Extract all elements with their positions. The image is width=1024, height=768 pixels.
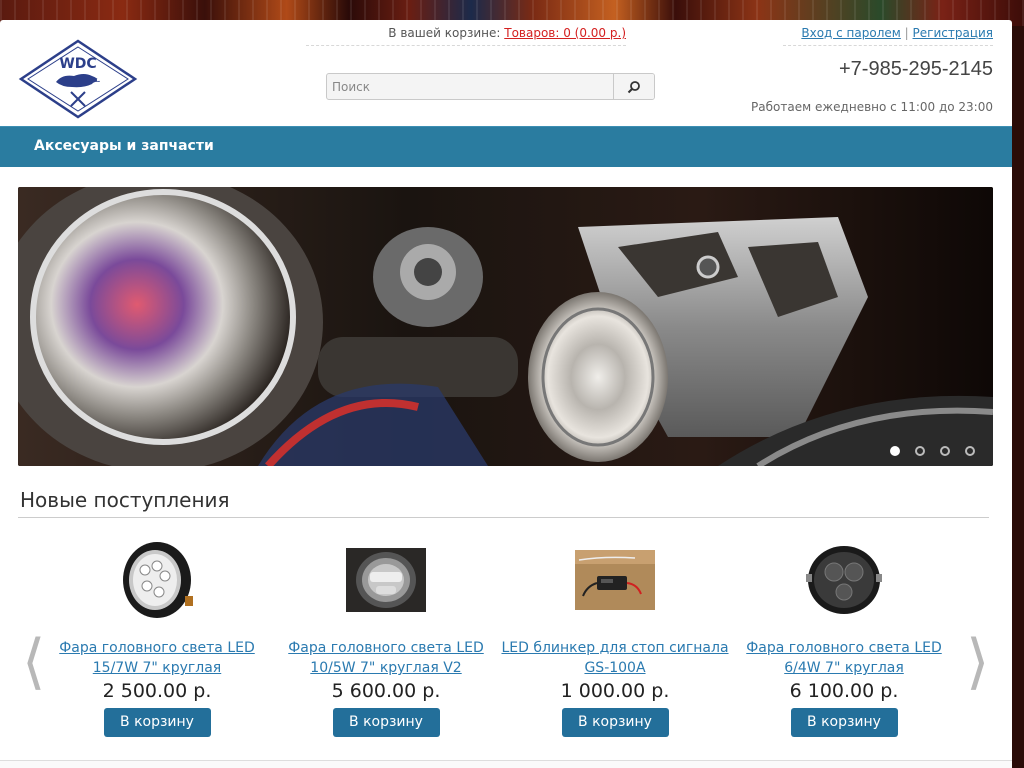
working-hours: Работаем ежедневно с 11:00 до 23:00 (751, 100, 993, 114)
cart-prefix: В вашей корзине: (388, 26, 501, 40)
site-logo[interactable]: WDC (18, 38, 138, 120)
product-price: 1 000.00 р. (560, 680, 670, 702)
cart-summary: В вашей корзине: Товаров: 0 (0.00 р.) (306, 26, 626, 46)
product-image[interactable] (500, 538, 730, 622)
banner-dots (890, 446, 975, 456)
logo-text: WDC (59, 56, 96, 72)
header: WDC В вашей корзине: Товаров: 0 (0.00 р.… (0, 20, 1012, 126)
product-name-link[interactable]: Фара головного света LED 6/4W 7" круглая (729, 638, 959, 678)
product-name-link[interactable]: Фара головного света LED 10/5W 7" кругла… (271, 638, 501, 678)
phone-number: +7-985-295-2145 (838, 58, 993, 80)
product-price: 5 600.00 р. (331, 680, 441, 702)
product-price: 6 100.00 р. (789, 680, 899, 702)
section-title-new-arrivals: Новые поступления (20, 488, 230, 512)
product-price: 2 500.00 р. (102, 680, 212, 702)
add-to-cart-button[interactable]: В корзину (332, 708, 440, 737)
product-image[interactable] (271, 538, 501, 622)
page: WDC В вашей корзине: Товаров: 0 (0.00 р.… (0, 20, 1012, 768)
slide-dot[interactable] (915, 446, 925, 456)
product-name-link[interactable]: LED блинкер для стоп сигнала GS-100A (500, 638, 730, 678)
search-input[interactable] (327, 74, 613, 99)
footer-edge (0, 760, 1012, 768)
led-headlight-v2-image (346, 548, 426, 612)
auth-separator: | (904, 26, 909, 40)
login-link[interactable]: Вход с паролем (801, 26, 900, 40)
led-headlight-6-4w-image (806, 546, 882, 614)
add-to-cart-button[interactable]: В корзину (561, 708, 669, 737)
logo-graphic: WDC (18, 39, 138, 119)
carousel-next-arrow[interactable]: ⟩ (966, 632, 989, 692)
section-divider (18, 517, 989, 518)
slide-dot[interactable] (940, 446, 950, 456)
banner-image (18, 187, 993, 466)
product-card: Фара головного света LED 6/4W 7" круглая… (729, 538, 959, 737)
product-image[interactable] (42, 538, 272, 622)
product-card: Фара головного света LED 15/7W 7" кругла… (42, 538, 272, 737)
product-card: Фара головного света LED 10/5W 7" кругла… (271, 538, 501, 737)
search-button[interactable] (613, 74, 654, 99)
product-card: LED блинкер для стоп сигнала GS-100A 1 0… (500, 538, 730, 737)
search-icon (627, 80, 640, 93)
auth-links: Вход с паролем | Регистрация (783, 26, 993, 46)
slide-dot[interactable] (965, 446, 975, 456)
add-to-cart-button[interactable]: В корзину (103, 708, 211, 737)
register-link[interactable]: Регистрация (913, 26, 993, 40)
slide-dot[interactable] (890, 446, 900, 456)
product-name-link[interactable]: Фара головного света LED 15/7W 7" кругла… (42, 638, 272, 678)
search-box (326, 73, 655, 100)
cart-link[interactable]: Товаров: 0 (0.00 р.) (504, 26, 626, 40)
banner-slider[interactable] (18, 187, 993, 466)
main-nav: Аксесуары и запчасти (0, 126, 1012, 167)
nav-item-accessories[interactable]: Аксесуары и запчасти (34, 138, 214, 154)
led-blinker-image (575, 550, 655, 610)
product-image[interactable] (729, 538, 959, 622)
led-headlight-image (123, 542, 193, 618)
add-to-cart-button[interactable]: В корзину (790, 708, 898, 737)
